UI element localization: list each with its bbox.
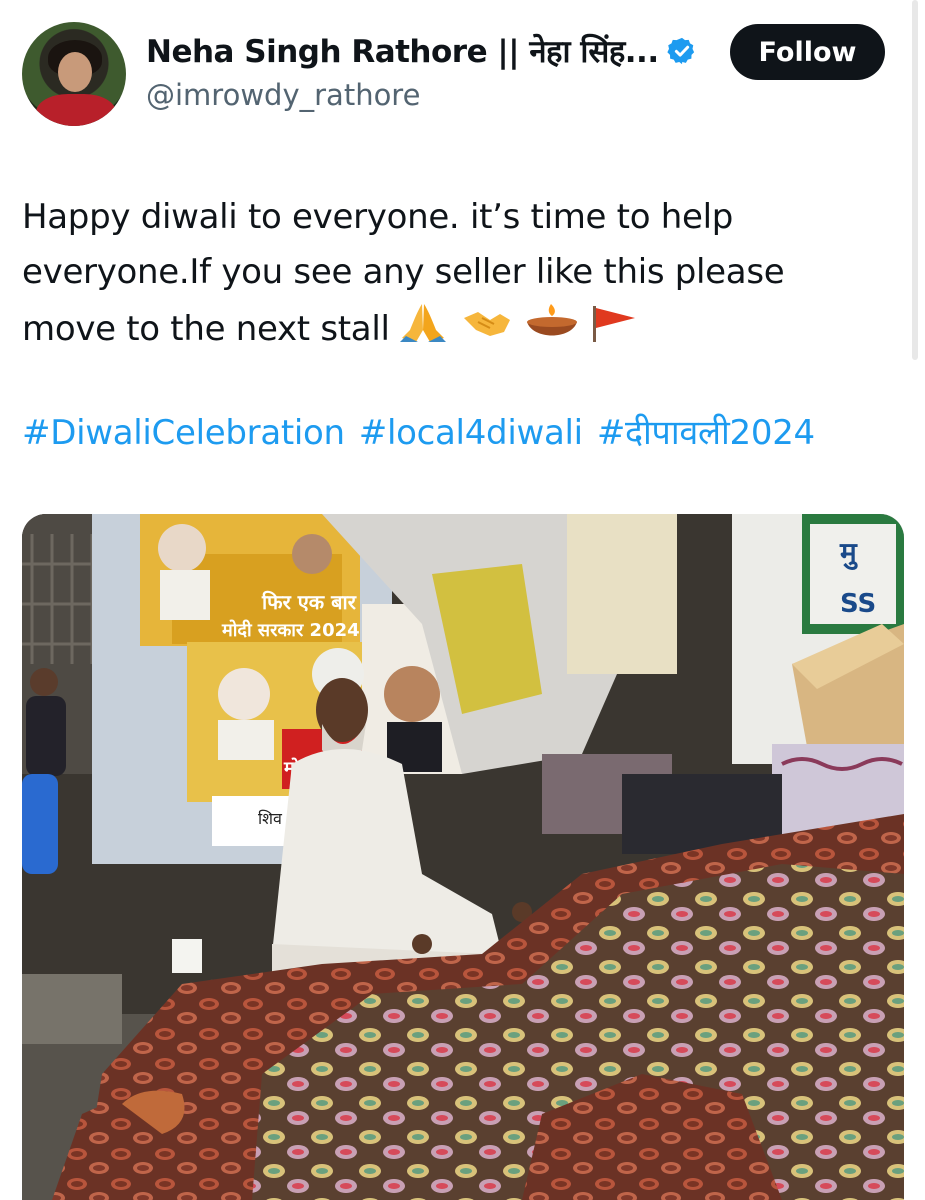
market-stall-photo: फिर एक बार मोदी सरकार 2024 मोदी सरकार 20… <box>22 514 904 1200</box>
poster-text: मोदी सरकार 2024 <box>221 619 360 641</box>
tweet-line-2: everyone.If you see any seller like this… <box>22 252 785 292</box>
hashtag-link[interactable]: #local4diwali <box>359 413 583 453</box>
tweet-line-3-text: move to the next stall <box>22 309 390 349</box>
folded-hands-icon <box>399 304 446 342</box>
hashtag-link[interactable]: #दीपावली2024 <box>597 413 815 453</box>
avatar-face <box>58 52 92 92</box>
scrollbar[interactable] <box>912 0 918 360</box>
tweet-line-1: Happy diwali to everyone. it’s time to h… <box>22 197 734 237</box>
hashtag-link[interactable]: #DiwaliCelebration <box>22 413 345 453</box>
sack-text: SS <box>840 589 876 619</box>
poster-text: शिव <box>258 809 283 828</box>
verified-badge-icon <box>666 37 694 65</box>
hashtags: #DiwaliCelebration #local4diwali #दीपावली2… <box>22 408 829 454</box>
tweet-text: Happy diwali to everyone. it’s time to h… <box>22 190 902 361</box>
tweet-photo[interactable]: फिर एक बार मोदी सरकार 2024 मोदी सरकार 20… <box>22 514 904 1200</box>
author-name-row: Neha Singh Rathore || नेहा सिंह... <box>146 30 697 72</box>
handshake-icon <box>464 312 511 336</box>
display-name[interactable]: Neha Singh Rathore || नेहा सिंह... <box>146 30 659 72</box>
follow-button[interactable]: Follow <box>730 24 885 80</box>
avatar[interactable] <box>22 22 126 126</box>
emoji-group <box>396 300 640 361</box>
diya-lamp-icon <box>526 304 577 336</box>
tweet-line-3: move to the next stall <box>22 300 902 361</box>
red-flag-icon <box>593 306 636 342</box>
poster-text: फिर एक बार <box>261 590 357 614</box>
sack-text: मु <box>839 536 858 570</box>
user-handle[interactable]: @imrowdy_rathore <box>146 78 420 112</box>
avatar-dress <box>36 94 116 126</box>
